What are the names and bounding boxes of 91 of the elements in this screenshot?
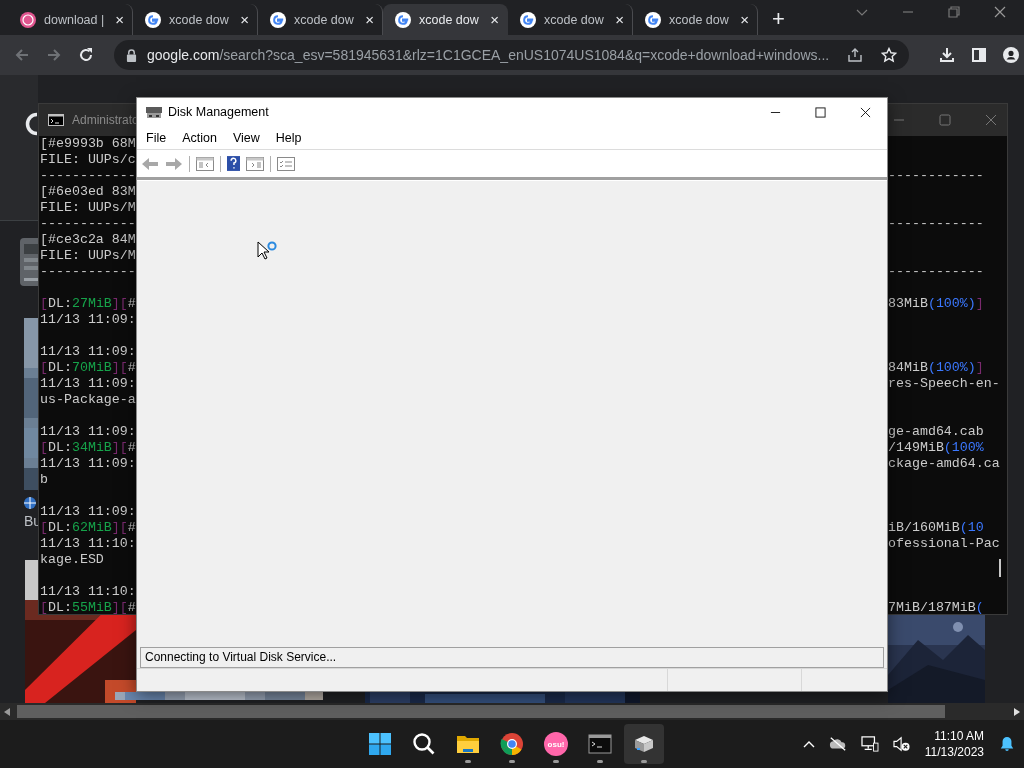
console-text: 11/13 11:09: (40, 456, 136, 471)
left-arrow-icon[interactable] (4, 707, 10, 716)
console-text: 11/13 11:09: (40, 424, 136, 439)
console-text: ------------ (888, 168, 984, 183)
menu-item[interactable]: View (232, 130, 260, 145)
properties-icon[interactable] (277, 156, 295, 171)
console-text: us-Package-a (40, 392, 136, 407)
console-text: [#e9993b 68M (40, 136, 136, 151)
address-bar[interactable]: google.com/search?sca_esv=581945631&rlz=1C1GCEA_enUS1074US1084&q=xcode+download+windows... (114, 40, 910, 70)
menu-item[interactable]: File (146, 130, 167, 145)
help-icon[interactable] (227, 156, 240, 171)
globe-icon (24, 497, 36, 509)
console-text: ------------ (40, 168, 136, 183)
favicon-icon (145, 11, 161, 28)
console-text: /149MiB(100% (888, 440, 984, 455)
url-text: google.com/search?sca_esv=581945631&rlz=1C1GCEA_enUS1074US1084&q=xcode+download+windows... (147, 47, 830, 63)
busy-cursor-icon (257, 241, 279, 261)
download-icon[interactable] (939, 47, 956, 63)
console-text: [DL:27MiB][# (40, 296, 136, 311)
side-panel-icon[interactable] (971, 47, 988, 63)
window-title: Administrato (72, 113, 139, 127)
windows-logo-icon (368, 732, 392, 756)
browser-tab[interactable]: xcode dow × (383, 4, 508, 35)
console-text: 11/13 11:09: (40, 344, 136, 359)
console-text: res-Speech-en- (888, 376, 1000, 391)
star-icon[interactable] (881, 47, 898, 63)
console-text: ------------ (40, 216, 136, 231)
browser-icon (500, 732, 524, 756)
console-text: ------------ (888, 264, 984, 279)
console-text: [#ce3c2a 84M (40, 232, 136, 247)
bell-icon[interactable] (998, 736, 1016, 752)
volume-muted-icon[interactable] (892, 736, 911, 752)
menu-item[interactable]: Action (182, 130, 217, 145)
logo-icon (24, 112, 38, 136)
terminal-icon (588, 732, 612, 756)
new-tab-button[interactable]: + (772, 7, 785, 31)
console-text: ------------ (40, 264, 136, 279)
share-icon[interactable] (847, 47, 864, 63)
console-text: [DL:34MiB][# (40, 440, 136, 455)
cloud-off-icon[interactable] (828, 736, 847, 752)
console-text: 83MiB(100%)] (888, 296, 984, 311)
console-text: ofessional-Pac (888, 536, 1000, 551)
forward-arrow-icon[interactable] (46, 47, 62, 63)
close-icon[interactable] (994, 5, 1006, 18)
console-text: 7MiB/187MiB( (888, 600, 984, 615)
maximize-icon[interactable] (815, 106, 826, 118)
console-text: 84MiB(100%)] (888, 360, 984, 375)
disk-drive-icon (146, 105, 162, 119)
favicon-icon (270, 11, 286, 28)
scrollbar-thumb[interactable] (999, 559, 1001, 577)
app-logo: osu! (544, 732, 568, 756)
back-arrow-icon[interactable] (14, 47, 30, 63)
console-text: iB/160MiB(10 (888, 520, 984, 535)
console-text: 11/13 11:10: (40, 536, 136, 551)
console-text: FILE: UUPs/M (40, 248, 136, 263)
taskbar-button[interactable] (624, 724, 664, 764)
window-title: Disk Management (168, 105, 269, 119)
maximize-icon[interactable] (939, 114, 951, 126)
terminal-icon (48, 114, 64, 126)
console-text: b (40, 472, 48, 487)
favicon-icon (395, 11, 411, 28)
console-text: ge-amd64.cab (888, 424, 984, 439)
console-text: [DL:62MiB][# (40, 520, 136, 535)
search-icon (412, 732, 436, 756)
ring-favicon-icon (20, 11, 36, 28)
clock-time[interactable]: 11:10 AM (934, 728, 984, 744)
console-text: 11/13 11:09: (40, 504, 136, 519)
reload-icon[interactable] (78, 47, 94, 63)
favicon-icon (520, 11, 536, 28)
console-text: 11/13 11:09: (40, 312, 136, 327)
console-text: FILE: UUPs/M (40, 200, 136, 215)
favicon-icon (645, 11, 661, 28)
menu-item[interactable]: Help (275, 130, 302, 145)
close-icon[interactable] (860, 106, 871, 118)
console-text: [DL:70MiB][# (40, 360, 136, 375)
console-text: ckage-amd64.ca (888, 456, 1000, 471)
console-text: ------------ (888, 216, 984, 231)
action-pane-icon[interactable] (246, 156, 264, 171)
right-arrow-icon[interactable] (1014, 707, 1020, 716)
scrollbar-thumb[interactable] (17, 705, 945, 718)
restore-icon[interactable] (948, 5, 960, 18)
console-text: [#6e03ed 83M (40, 184, 136, 199)
lock-icon (126, 48, 137, 62)
network-icon[interactable] (860, 736, 879, 752)
caret-up-icon[interactable] (802, 740, 815, 748)
profile-icon[interactable] (1003, 47, 1020, 63)
clock-date[interactable]: 11/13/2023 (924, 744, 984, 760)
status-text: Connecting to Virtual Disk Service... (140, 647, 884, 668)
console-text: 11/13 11:09: (40, 376, 136, 391)
console-text: FILE: UUPs/c (40, 152, 136, 167)
console-tree-icon[interactable] (196, 156, 214, 171)
